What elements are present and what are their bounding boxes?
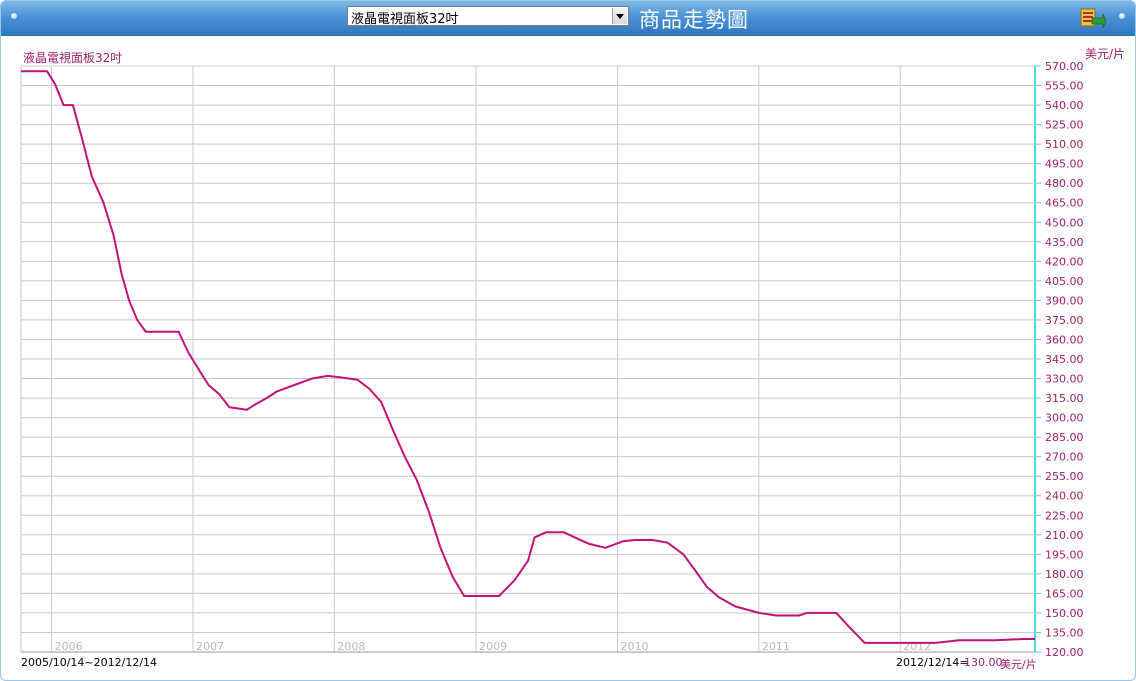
y-tick-label: 300.00 bbox=[1045, 412, 1084, 425]
latest-value-label: 130.00 bbox=[964, 656, 1003, 669]
date-range-label: 2005/10/14~2012/12/14 bbox=[21, 656, 158, 669]
y-tick-label: 465.00 bbox=[1045, 197, 1084, 210]
y-tick-label: 210.00 bbox=[1045, 529, 1084, 542]
y-tick-label: 525.00 bbox=[1045, 119, 1084, 132]
y-tick-label: 285.00 bbox=[1045, 431, 1084, 444]
y-tick-label: 495.00 bbox=[1045, 158, 1084, 171]
y-tick-label: 450.00 bbox=[1045, 216, 1084, 229]
chart-window: 液晶電視面板32吋 商品走勢圖 液晶電視面板32吋 美元/片 570.00 555… bbox=[0, 0, 1136, 681]
price-trend-chart: 570.00 555.00 540.00 525.00 510.00 495.00 480.… bbox=[20, 60, 1084, 659]
y-tick-label: 420.00 bbox=[1045, 255, 1084, 268]
y-tick-label: 225.00 bbox=[1045, 509, 1084, 522]
x-tick-label: 2010 bbox=[620, 640, 648, 653]
y-tick-label: 195.00 bbox=[1045, 548, 1084, 561]
y-tick-label: 405.00 bbox=[1045, 275, 1084, 288]
y-tick-label: 330.00 bbox=[1045, 373, 1084, 386]
latest-date-label: 2012/12/14= bbox=[896, 656, 969, 669]
y-tick-label: 540.00 bbox=[1045, 99, 1084, 112]
y-tick-label: 135.00 bbox=[1045, 626, 1084, 639]
x-tick-label: 2008 bbox=[337, 640, 365, 653]
latest-unit-label: 美元/片 bbox=[1000, 658, 1037, 671]
y-tick-label: 165.00 bbox=[1045, 587, 1084, 600]
y-tick-label: 435.00 bbox=[1045, 236, 1084, 249]
y-tick-label: 375.00 bbox=[1045, 314, 1084, 327]
y-tick-label: 345.00 bbox=[1045, 353, 1084, 366]
y-tick-label: 270.00 bbox=[1045, 451, 1084, 464]
y-tick-label: 315.00 bbox=[1045, 392, 1084, 405]
y-tick-label: 480.00 bbox=[1045, 177, 1084, 190]
y-tick-label: 255.00 bbox=[1045, 470, 1084, 483]
y-tick-label: 390.00 bbox=[1045, 294, 1084, 307]
y-tick-label: 555.00 bbox=[1045, 80, 1084, 93]
x-tick-label: 2009 bbox=[479, 640, 507, 653]
y-tick-label: 240.00 bbox=[1045, 490, 1084, 503]
y-tick-label: 360.00 bbox=[1045, 333, 1084, 346]
price-series-line bbox=[21, 70, 1035, 644]
x-tick-label: 2011 bbox=[762, 640, 790, 653]
y-tick-label: 150.00 bbox=[1045, 607, 1084, 620]
x-tick-label: 2006 bbox=[55, 640, 83, 653]
y-tick-label: 180.00 bbox=[1045, 568, 1084, 581]
x-tick-label: 2007 bbox=[196, 640, 224, 653]
y-tick-label: 120.00 bbox=[1045, 646, 1084, 659]
y-tick-label: 570.00 bbox=[1045, 60, 1084, 73]
y-tick-label: 510.00 bbox=[1045, 138, 1084, 151]
